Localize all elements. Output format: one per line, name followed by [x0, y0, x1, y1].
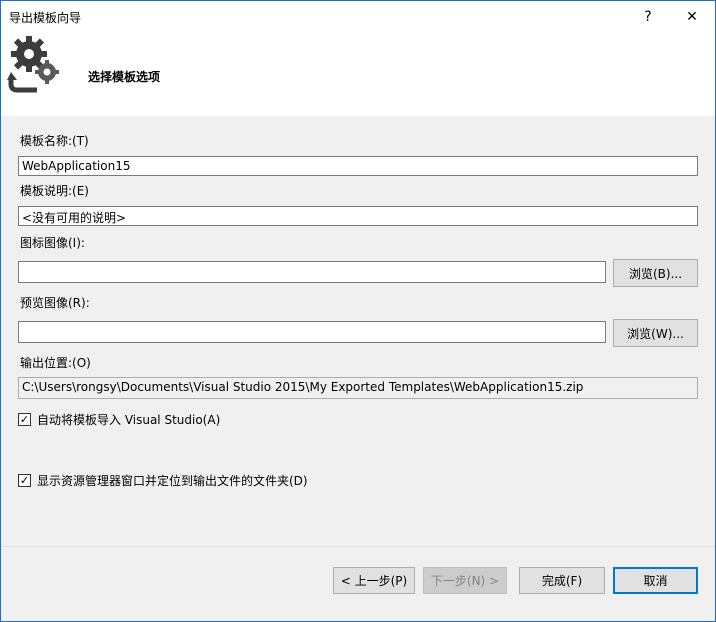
template-description-label: 模板说明:(E): [20, 184, 89, 198]
icon-image-label: 图标图像(I):: [20, 236, 85, 250]
window-title: 导出模板向导: [9, 11, 82, 25]
show-explorer-option[interactable]: ✓ 显示资源管理器窗口并定位到输出文件的文件夹(D): [18, 472, 308, 489]
help-button[interactable]: ?: [625, 1, 671, 32]
next-button[interactable]: 下一步(N) >: [423, 567, 507, 594]
gear-arrow-icon: [7, 36, 59, 93]
browse-preview-button[interactable]: 浏览(W)...: [613, 319, 698, 347]
wizard-footer: < 上一步(P) 下一步(N) > 完成(F) 取消: [1, 547, 715, 621]
show-explorer-label: 显示资源管理器窗口并定位到输出文件的文件夹(D): [37, 474, 308, 488]
close-button[interactable]: ✕: [669, 1, 715, 32]
wizard-body: 模板名称:(T) WebApplication15 模板说明:(E) <没有可用…: [1, 116, 715, 547]
output-location-label: 输出位置:(O): [20, 356, 91, 370]
template-description-input[interactable]: <没有可用的说明>: [18, 206, 698, 226]
template-name-input[interactable]: WebApplication15: [18, 156, 698, 176]
template-name-label: 模板名称:(T): [20, 134, 89, 148]
auto-import-label: 自动将模板导入 Visual Studio(A): [37, 413, 221, 427]
finish-button[interactable]: 完成(F): [519, 567, 605, 594]
cancel-button[interactable]: 取消: [613, 567, 698, 594]
preview-image-label: 预览图像(R):: [20, 296, 90, 310]
icon-image-input[interactable]: [18, 261, 606, 283]
browse-icon-button[interactable]: 浏览(B)...: [613, 259, 698, 287]
show-explorer-checkbox[interactable]: ✓: [18, 474, 31, 487]
preview-image-input[interactable]: [18, 321, 606, 343]
auto-import-option[interactable]: ✓ 自动将模板导入 Visual Studio(A): [18, 411, 220, 428]
export-template-wizard-window: 导出模板向导 ? ✕ 选择模板选项 模板名称:(T) WebApplicatio…: [0, 0, 716, 622]
wizard-page-title: 选择模板选项: [88, 70, 161, 84]
auto-import-checkbox[interactable]: ✓: [18, 413, 31, 426]
wizard-header: 选择模板选项: [1, 32, 715, 116]
title-bar: 导出模板向导 ? ✕: [1, 1, 715, 32]
output-location-field[interactable]: C:\Users\rongsy\Documents\Visual Studio …: [18, 377, 698, 399]
back-button[interactable]: < 上一步(P): [333, 567, 415, 594]
